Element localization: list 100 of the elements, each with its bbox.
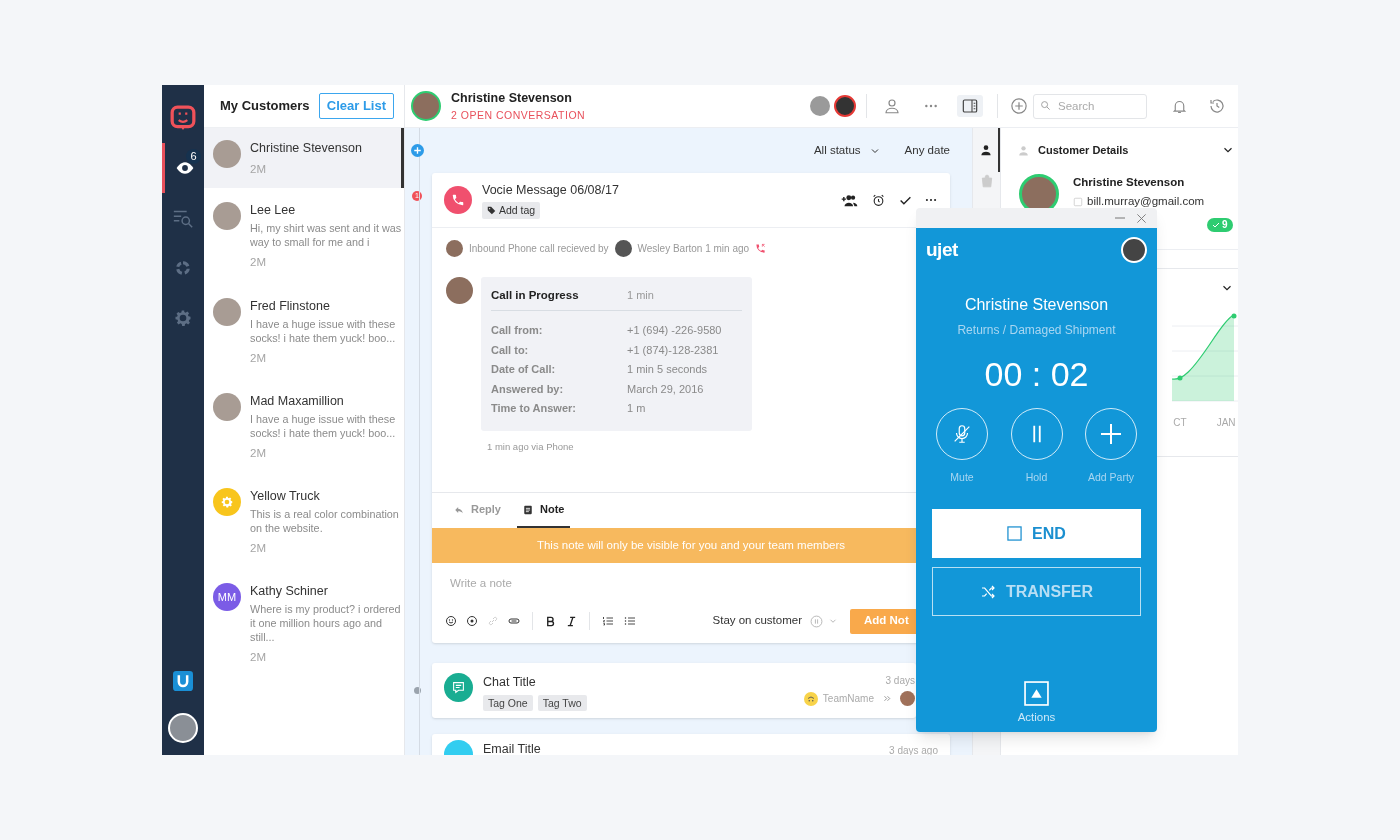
double-chevron-icon xyxy=(883,694,892,703)
tag-label: Tag One xyxy=(483,694,533,711)
chat-icon xyxy=(452,681,465,694)
tag-label: Tag Two xyxy=(537,694,587,711)
pause-circle-icon xyxy=(810,614,823,628)
note-input[interactable]: Write a note xyxy=(432,563,902,603)
call-duration: 1 min xyxy=(627,288,654,303)
field-value: +1 (694) -226-9580 xyxy=(627,323,722,339)
u-logo-icon[interactable] xyxy=(173,671,193,691)
user-avatar[interactable] xyxy=(168,713,198,743)
panel-layout-icon xyxy=(961,98,979,114)
attachment-icon[interactable] xyxy=(508,615,520,627)
count-badge: 9 xyxy=(1207,217,1233,232)
phone-icon xyxy=(451,193,465,207)
contact-name: Christine Stevenson xyxy=(1073,175,1186,190)
event-agent-time: Wesley Barton 1 min ago xyxy=(637,242,750,256)
add-circle-icon[interactable] xyxy=(1010,97,1028,115)
contact-name: Christine Stevenson xyxy=(451,89,573,107)
customer-item[interactable]: Yellow Truck This is a real color combination on the website. 2M xyxy=(204,474,404,570)
time-label: 2M xyxy=(250,350,267,366)
end-call-button[interactable]: END xyxy=(932,509,1141,559)
field-label: Call from: xyxy=(491,323,544,339)
field-label: Date of Call: xyxy=(491,362,557,378)
conversation-title: Email Title xyxy=(483,741,541,755)
bullet-list-icon[interactable] xyxy=(624,615,636,627)
time-label: 2M xyxy=(250,255,267,271)
field-value: +1 (874)-128-2381 xyxy=(627,342,719,358)
avatar-photo-placeholder xyxy=(446,240,463,257)
chat-face-logo-icon[interactable] xyxy=(170,105,196,131)
customer-name: Christine Stevenson xyxy=(250,140,362,156)
customer-name: Mad Maxamillion xyxy=(250,392,345,409)
message-title: Vocie Message 06/08/17 xyxy=(482,181,619,199)
alarm-clock-icon[interactable] xyxy=(872,193,885,207)
field-value: 1 min 5 seconds xyxy=(627,362,708,378)
stop-square-icon xyxy=(1007,526,1023,542)
search-field[interactable]: Search xyxy=(1033,93,1147,119)
italic-icon[interactable] xyxy=(566,615,577,627)
avatar-photo-placeholder xyxy=(213,140,241,168)
checkmark-icon xyxy=(1212,220,1220,229)
contact-email: bill.murray@gmail.com xyxy=(1087,194,1205,210)
tag-icon xyxy=(487,205,496,215)
customer-item[interactable]: Fred Flinstone I have a huge issue with these socks! i hate them yuck! boo... 2M xyxy=(204,283,404,379)
notification-badge: 6 xyxy=(186,149,201,164)
call-timer: 00 : 02 xyxy=(984,353,1089,395)
panel-toggle-button[interactable] xyxy=(957,95,983,117)
customer-item[interactable]: Lee Lee Hi, my shirt was sent and it was way to small for me and i 2M xyxy=(204,188,404,284)
panel-title: Customer Details xyxy=(1038,142,1129,158)
bold-icon[interactable] xyxy=(545,615,556,627)
caller-name: Christine Stevenson xyxy=(964,294,1109,315)
square-icon xyxy=(1073,196,1083,207)
history-icon[interactable] xyxy=(1208,97,1226,115)
event-text: Inbound Phone call recieved by xyxy=(469,242,609,256)
field-value: March 29, 2016 xyxy=(627,381,704,397)
axis-label: JAN xyxy=(1216,416,1236,430)
participant-avatar xyxy=(834,95,856,117)
add-tag-button[interactable]: Add tag xyxy=(482,201,541,220)
add-circle-icon[interactable] xyxy=(410,144,424,157)
participant-avatar xyxy=(810,96,830,116)
customer-item[interactable]: Mad Maxamillion I have a huge issue with these socks! i hate them yuck! boo... 2M xyxy=(204,378,404,474)
list-title: My Customers xyxy=(220,97,310,116)
message-preview: Hi, my shirt was sent and it was way to small for me and i xyxy=(250,221,402,250)
brand-logo: ujet xyxy=(926,238,958,262)
filter-dropdown[interactable]: All status xyxy=(813,141,881,160)
conversation-card[interactable]: Chat Title Tag One Tag Two 3 days TeamName xyxy=(432,663,916,718)
flower-icon xyxy=(220,495,234,509)
customer-name: Kathy Schiner xyxy=(250,583,329,600)
numbered-list-icon[interactable] xyxy=(602,615,614,627)
time-label: 2M xyxy=(250,445,267,461)
filter-dropdown[interactable]: Any date xyxy=(904,141,950,160)
axis-label: CT xyxy=(1173,416,1187,430)
field-label: Answered by: xyxy=(491,381,565,397)
call-status: Call in Progress xyxy=(491,288,580,303)
stay-on-customer-dropdown[interactable]: Stay on customer xyxy=(712,612,838,630)
emoji-icon[interactable] xyxy=(445,615,457,627)
contact-avatar xyxy=(411,91,441,121)
agent-avatar[interactable] xyxy=(1121,237,1147,264)
time-label: 3 days xyxy=(885,674,915,688)
plus-icon xyxy=(1099,421,1123,446)
message-preview: This is a real color combination on the website. xyxy=(250,507,400,535)
close-icon[interactable] xyxy=(1136,212,1147,224)
donut-chart-icon[interactable] xyxy=(174,259,192,277)
team-name: TeamName xyxy=(822,692,874,706)
initials-avatar: MM xyxy=(213,583,241,612)
message-preview: I have a huge issue with these socks! i hate them yuck! boo... xyxy=(250,316,397,345)
message-preview: I have a huge issue with these socks! i hate them yuck! boo... xyxy=(250,411,397,440)
customer-name: Yellow Truck xyxy=(250,488,321,504)
field-label: Call to: xyxy=(491,342,530,358)
message-preview: Where is my product? i ordered it one million hours ago and still... xyxy=(250,602,402,645)
person-icon xyxy=(1017,143,1030,157)
search-icon xyxy=(1040,100,1051,112)
document-icon xyxy=(522,504,533,515)
field-value: 1 m xyxy=(627,401,646,417)
time-label: 2M xyxy=(250,162,267,177)
avatar-photo-placeholder xyxy=(213,297,241,326)
settings-icon[interactable] xyxy=(173,308,193,328)
customer-item[interactable]: Christine Stevenson 2M xyxy=(204,128,404,189)
smiley-icon xyxy=(803,691,818,706)
customer-item[interactable]: MM Kathy Schiner Where is my product? i ordered it one million hours ago and still... 2M xyxy=(204,569,404,679)
avatar-photo-placeholder xyxy=(213,392,241,421)
time-label: 2M xyxy=(250,541,267,556)
